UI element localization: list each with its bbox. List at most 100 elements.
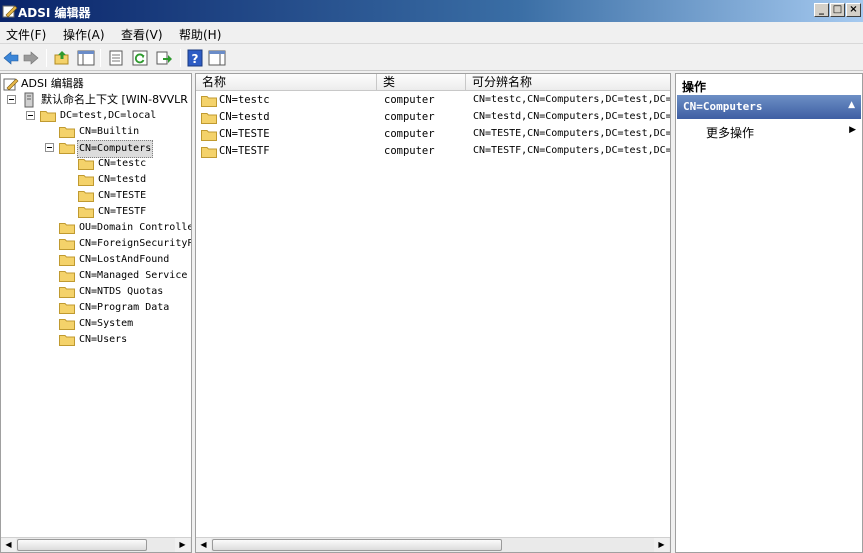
tree-item[interactable]: CN=testc — [1, 156, 191, 172]
up-level-icon[interactable] — [53, 49, 71, 67]
cell-class: computer — [384, 145, 435, 157]
help-icon[interactable]: ? — [186, 49, 204, 67]
maximize-button[interactable]: □ — [830, 3, 845, 17]
console-tree: ADSI 编辑器 默认命名上下文 [WIN-8VVLR DC=test,DC=l… — [0, 73, 192, 553]
folder-icon — [59, 255, 75, 266]
cell-dn: CN=testc,CN=Computers,DC=test,DC= — [473, 94, 670, 105]
list-horizontal-scrollbar[interactable]: ◀ ▶ — [196, 537, 670, 552]
refresh-icon[interactable] — [131, 49, 149, 67]
tree-item[interactable]: CN=System — [1, 316, 191, 332]
action-pane: 操作 CN=Computers ▲ 更多操作 ▶ — [675, 73, 863, 553]
folder-icon — [59, 271, 75, 282]
collapse-toggle[interactable] — [26, 111, 35, 120]
cell-name: CN=testc — [219, 94, 270, 106]
results-list: 名称 类 可分辨名称 CN=testc computer CN=testc,CN… — [195, 73, 671, 553]
folder-icon — [40, 111, 56, 122]
folder-icon — [78, 207, 94, 218]
column-header-dn[interactable]: 可分辨名称 — [466, 74, 670, 91]
folder-icon — [201, 130, 217, 141]
tree-item[interactable]: CN=Users — [1, 332, 191, 348]
list-row[interactable]: CN=testd computer CN=testd,CN=Computers,… — [196, 109, 670, 126]
tree-item[interactable]: CN=Managed Service — [1, 268, 191, 284]
tree-item[interactable]: CN=LostAndFound — [1, 252, 191, 268]
tree-item-label: CN=LostAndFound — [79, 254, 170, 265]
cell-dn: CN=testd,CN=Computers,DC=test,DC= — [473, 111, 670, 122]
scroll-left-arrow[interactable]: ◀ — [1, 538, 16, 552]
properties-icon[interactable] — [107, 49, 125, 67]
folder-icon — [59, 223, 75, 234]
toolbar-separator — [100, 49, 101, 67]
tree-horizontal-scrollbar[interactable]: ◀ ▶ — [1, 537, 191, 552]
cell-name: CN=testd — [219, 111, 270, 123]
tree-root[interactable]: ADSI 编辑器 — [1, 76, 191, 92]
submenu-arrow-icon: ▶ — [849, 125, 856, 135]
scroll-thumb[interactable] — [17, 539, 147, 551]
tree-item[interactable]: CN=NTDS Quotas — [1, 284, 191, 300]
folder-icon — [78, 175, 94, 186]
menu-bar: 文件(F) 操作(A) 查看(V) 帮助(H) — [0, 22, 863, 44]
folder-icon — [59, 239, 75, 250]
tree-item-label: CN=Program Data — [79, 302, 170, 313]
scroll-right-arrow[interactable]: ▶ — [175, 538, 190, 552]
close-button[interactable]: × — [846, 3, 861, 17]
scroll-right-arrow[interactable]: ▶ — [654, 538, 669, 552]
show-hide-tree-icon[interactable] — [77, 49, 95, 67]
adsi-edit-icon — [3, 78, 19, 91]
tree-item[interactable]: CN=testd — [1, 172, 191, 188]
menu-action[interactable]: 操作(A) — [63, 26, 105, 43]
action-section-label: CN=Computers — [683, 100, 763, 113]
folder-icon — [59, 319, 75, 330]
tree-item-label: CN=testc — [98, 158, 147, 169]
tree-item[interactable]: CN=Program Data — [1, 300, 191, 316]
list-row[interactable]: CN=TESTF computer CN=TESTF,CN=Computers,… — [196, 143, 670, 160]
back-icon[interactable] — [2, 49, 20, 67]
tree-root-label: ADSI 编辑器 — [21, 77, 84, 90]
action-pane-title: 操作 — [682, 80, 707, 94]
tree-item[interactable]: CN=Builtin — [1, 124, 191, 140]
menu-view[interactable]: 查看(V) — [121, 26, 163, 43]
toolbar-separator — [46, 49, 47, 67]
tree-item[interactable]: OU=Domain Controlle — [1, 220, 191, 236]
collapse-caret-icon[interactable]: ▲ — [848, 100, 855, 110]
tree-domain-label: DC=test,DC=local — [60, 110, 157, 121]
tree-item-label: CN=Users — [79, 334, 128, 345]
folder-icon — [59, 287, 75, 298]
minimize-button[interactable]: _ — [814, 3, 829, 17]
list-row[interactable]: CN=TESTE computer CN=TESTE,CN=Computers,… — [196, 126, 670, 143]
tree-item-label: CN=Builtin — [79, 126, 140, 137]
scroll-left-arrow[interactable]: ◀ — [196, 538, 211, 552]
tree-item-label: CN=TESTE — [98, 190, 147, 201]
tree-item-label: CN=TESTF — [98, 206, 147, 217]
toolbar-separator — [180, 49, 181, 67]
tree-item-label: CN=Managed Service — [79, 270, 188, 281]
forward-icon[interactable] — [22, 49, 40, 67]
folder-icon — [201, 113, 217, 124]
collapse-toggle[interactable] — [45, 143, 54, 152]
tree-item-label: CN=System — [79, 318, 134, 329]
tree-item[interactable]: CN=TESTF — [1, 204, 191, 220]
more-actions-item[interactable]: 更多操作 — [706, 124, 754, 141]
tree-item[interactable]: CN=ForeignSecurityP — [1, 236, 191, 252]
scroll-thumb[interactable] — [212, 539, 502, 551]
svg-text:?: ? — [192, 52, 199, 66]
menu-help[interactable]: 帮助(H) — [179, 26, 221, 43]
tree-domain[interactable]: DC=test,DC=local — [1, 108, 191, 124]
cell-dn: CN=TESTE,CN=Computers,DC=test,DC= — [473, 128, 670, 139]
folder-icon — [78, 191, 94, 202]
window-title: ADSI 编辑器 — [18, 6, 91, 20]
column-header-name[interactable]: 名称 — [196, 74, 377, 91]
column-header-class[interactable]: 类 — [377, 74, 466, 91]
cell-class: computer — [384, 128, 435, 140]
cell-dn: CN=TESTF,CN=Computers,DC=test,DC= — [473, 145, 670, 156]
tree-item[interactable]: CN=TESTE — [1, 188, 191, 204]
list-row[interactable]: CN=testc computer CN=testc,CN=Computers,… — [196, 92, 670, 109]
menu-file[interactable]: 文件(F) — [6, 26, 46, 43]
action-section-header[interactable]: CN=Computers ▲ — [677, 95, 861, 119]
server-icon — [24, 92, 34, 108]
show-hide-action-pane-icon[interactable] — [208, 49, 226, 67]
tree-item-label: CN=testd — [98, 174, 147, 185]
collapse-toggle[interactable] — [7, 95, 16, 104]
export-list-icon[interactable] — [155, 49, 173, 67]
tree-item-computers[interactable]: CN=Computers — [1, 140, 191, 158]
tree-naming-context[interactable]: 默认命名上下文 [WIN-8VVLR — [1, 92, 191, 108]
